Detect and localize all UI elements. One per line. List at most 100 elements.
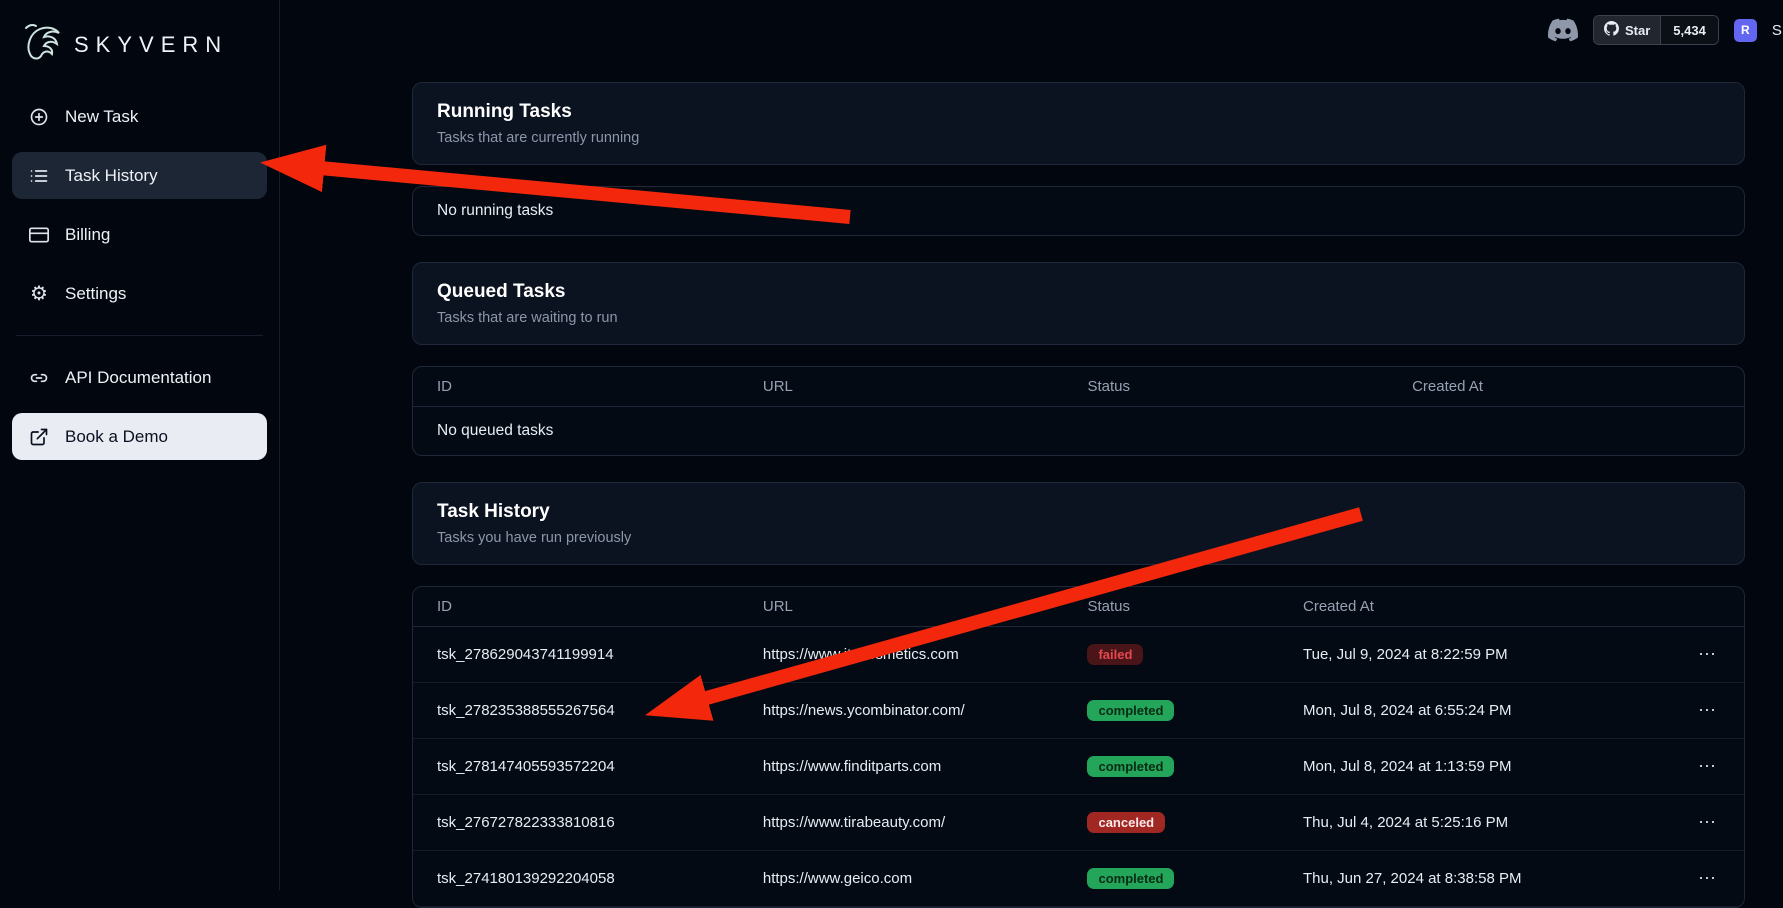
running-tasks-body: No running tasks	[412, 186, 1745, 236]
column-header-created-at: Created At	[1303, 598, 1669, 615]
status-badge: completed	[1087, 756, 1174, 777]
task-url-cell: https://www.itecosmetics.com	[763, 646, 1088, 663]
task-url-cell: https://news.ycombinator.com/	[763, 702, 1088, 719]
queued-tasks-table: ID URL Status Created At No queued tasks	[412, 366, 1745, 456]
status-badge: canceled	[1087, 812, 1165, 833]
table-row[interactable]: tsk_278629043741199914https://www.itecos…	[413, 627, 1744, 683]
task-id-cell: tsk_276727822333810816	[437, 814, 763, 831]
row-actions-menu-button[interactable]: ⋯	[1694, 645, 1720, 663]
task-id-cell: tsk_274180139292204058	[437, 870, 763, 887]
column-header-status: Status	[1087, 598, 1303, 615]
column-header-url: URL	[763, 378, 1088, 395]
list-icon	[28, 165, 50, 187]
table-row[interactable]: tsk_278147405593572204https://www.findit…	[413, 739, 1744, 795]
sidebar-item-label: Task History	[65, 166, 158, 186]
task-url-cell: https://www.finditparts.com	[763, 758, 1088, 775]
brand-name: SKYVERN	[74, 32, 228, 58]
task-status-cell: completed	[1087, 868, 1303, 889]
row-actions-cell: ⋯	[1669, 701, 1720, 720]
sidebar-divider	[16, 335, 263, 336]
sidebar-item-label: Book a Demo	[65, 427, 168, 447]
task-created-cell: Mon, Jul 8, 2024 at 1:13:59 PM	[1303, 758, 1669, 775]
column-header-id: ID	[437, 598, 763, 615]
gear-icon: ⚙	[28, 283, 50, 305]
task-status-cell: failed	[1087, 644, 1303, 665]
link-icon	[28, 367, 50, 389]
task-status-cell: completed	[1087, 756, 1303, 777]
sidebar-item-new-task[interactable]: New Task	[12, 93, 267, 140]
column-header-created-at: Created At	[1412, 378, 1720, 395]
row-actions-menu-button[interactable]: ⋯	[1694, 757, 1720, 775]
queued-tasks-empty-state: No queued tasks	[413, 407, 1744, 455]
row-actions-cell: ⋯	[1669, 813, 1720, 832]
queued-tasks-title: Queued Tasks	[437, 281, 1720, 303]
table-row[interactable]: tsk_274180139292204058https://www.geico.…	[413, 851, 1744, 907]
github-star-button[interactable]: Star	[1594, 16, 1660, 44]
status-badge: completed	[1087, 700, 1174, 721]
queued-tasks-section: Queued Tasks Tasks that are waiting to r…	[412, 262, 1745, 456]
running-tasks-empty-state: No running tasks	[413, 187, 1744, 235]
row-actions-cell: ⋯	[1669, 869, 1720, 888]
table-row[interactable]: tsk_276727822333810816https://www.tirabe…	[413, 795, 1744, 851]
main-content: Running Tasks Tasks that are currently r…	[280, 0, 1783, 908]
task-id-cell: tsk_278629043741199914	[437, 646, 763, 663]
task-history-section: Task History Tasks you have run previous…	[412, 482, 1745, 908]
github-star-label: Star	[1625, 23, 1650, 38]
sidebar-nav: New Task Task History Billing ⚙ Settings…	[12, 93, 267, 460]
task-url-cell: https://www.geico.com	[763, 870, 1088, 887]
task-history-card-header: Task History Tasks you have run previous…	[412, 482, 1745, 565]
skyvern-dragon-icon	[20, 20, 66, 69]
github-icon	[1604, 21, 1619, 39]
task-created-cell: Mon, Jul 8, 2024 at 6:55:24 PM	[1303, 702, 1669, 719]
task-id-cell: tsk_278147405593572204	[437, 758, 763, 775]
row-actions-cell: ⋯	[1669, 645, 1720, 664]
task-created-cell: Thu, Jun 27, 2024 at 8:38:58 PM	[1303, 870, 1669, 887]
task-history-subtitle: Tasks you have run previously	[437, 530, 1720, 546]
github-star-count[interactable]: 5,434	[1660, 16, 1718, 44]
sidebar-item-label: API Documentation	[65, 368, 211, 388]
queued-tasks-subtitle: Tasks that are waiting to run	[437, 310, 1720, 326]
sidebar-item-label: Billing	[65, 225, 110, 245]
discord-icon[interactable]	[1548, 15, 1578, 45]
status-badge: failed	[1087, 644, 1143, 665]
topbar: Star 5,434 R S	[1548, 15, 1783, 45]
brand-logo: SKYVERN	[12, 14, 267, 93]
history-rows: tsk_278629043741199914https://www.itecos…	[413, 627, 1744, 907]
task-status-cell: canceled	[1087, 812, 1303, 833]
sidebar-item-api-documentation[interactable]: API Documentation	[12, 354, 267, 401]
status-badge: completed	[1087, 868, 1174, 889]
queued-tasks-card-header: Queued Tasks Tasks that are waiting to r…	[412, 262, 1745, 345]
github-star-widget[interactable]: Star 5,434	[1593, 15, 1719, 45]
row-actions-menu-button[interactable]: ⋯	[1694, 869, 1720, 887]
sidebar-item-billing[interactable]: Billing	[12, 211, 267, 258]
task-history-table: ID URL Status Created At tsk_27862904374…	[412, 586, 1745, 908]
history-table-header-row: ID URL Status Created At	[413, 587, 1744, 627]
plus-circle-icon	[28, 106, 50, 128]
sidebar-item-book-a-demo[interactable]: Book a Demo	[12, 413, 267, 460]
column-header-url: URL	[763, 598, 1088, 615]
row-actions-cell: ⋯	[1669, 757, 1720, 776]
task-url-cell: https://www.tirabeauty.com/	[763, 814, 1088, 831]
external-link-icon	[28, 426, 50, 448]
task-id-cell: tsk_278235388555267564	[437, 702, 763, 719]
task-status-cell: completed	[1087, 700, 1303, 721]
running-tasks-subtitle: Tasks that are currently running	[437, 130, 1720, 146]
table-row[interactable]: tsk_278235388555267564https://news.ycomb…	[413, 683, 1744, 739]
running-tasks-section: Running Tasks Tasks that are currently r…	[412, 82, 1745, 236]
task-created-cell: Tue, Jul 9, 2024 at 8:22:59 PM	[1303, 646, 1669, 663]
row-actions-menu-button[interactable]: ⋯	[1694, 701, 1720, 719]
sidebar: SKYVERN New Task Task History Billing ⚙ …	[0, 0, 280, 890]
sidebar-item-label: Settings	[65, 284, 126, 304]
user-name-fragment: S	[1772, 22, 1782, 39]
avatar[interactable]: R	[1734, 19, 1757, 42]
task-history-title: Task History	[437, 501, 1720, 523]
sidebar-item-settings[interactable]: ⚙ Settings	[12, 270, 267, 317]
column-header-id: ID	[437, 378, 763, 395]
queued-table-header-row: ID URL Status Created At	[413, 367, 1744, 407]
credit-card-icon	[28, 224, 50, 246]
row-actions-menu-button[interactable]: ⋯	[1694, 813, 1720, 831]
sidebar-item-task-history[interactable]: Task History	[12, 152, 267, 199]
task-created-cell: Thu, Jul 4, 2024 at 5:25:16 PM	[1303, 814, 1669, 831]
sidebar-item-label: New Task	[65, 107, 138, 127]
running-tasks-title: Running Tasks	[437, 101, 1720, 123]
